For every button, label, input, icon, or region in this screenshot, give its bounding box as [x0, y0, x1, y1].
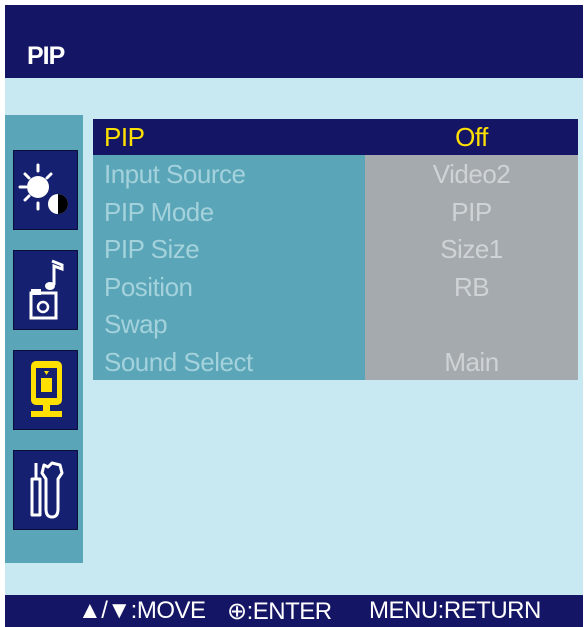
- menu-item-value: RB: [365, 267, 578, 305]
- menu-row[interactable]: Position RB: [93, 267, 578, 305]
- menu-item-value: Off: [365, 119, 578, 155]
- sidebar-item-sound[interactable]: [13, 250, 78, 330]
- footer-enter-hint: ⊕:ENTER: [227, 598, 332, 625]
- picture-brightness-contrast-icon: [18, 163, 68, 214]
- sidebar-item-picture[interactable]: [13, 150, 78, 230]
- menu-item-label: PIP Size: [93, 230, 365, 268]
- menu-item-value: Size1: [365, 230, 578, 268]
- menu-item-label: Sound Select: [93, 342, 365, 380]
- menu-item-value: [365, 305, 578, 343]
- setup-tools-icon: [30, 461, 64, 519]
- menu-row[interactable]: PIP Mode PIP: [93, 192, 578, 230]
- sound-music-note-icon: [29, 259, 64, 320]
- menu-item-label: PIP: [93, 119, 365, 155]
- menu-item-value: PIP: [365, 192, 578, 230]
- menu-item-label: Position: [93, 267, 365, 305]
- menu-item-value: Video2: [365, 155, 578, 193]
- header-bar: PIP: [5, 5, 583, 78]
- sidebar: [5, 115, 83, 563]
- footer-move-hint: ▲/▼:MOVE: [78, 597, 206, 624]
- menu-row[interactable]: Input Source Video2: [93, 155, 578, 193]
- footer-bar: ▲/▼:MOVE ⊕:ENTER MENU:RETURN: [5, 595, 583, 627]
- footer-return-hint: MENU:RETURN: [369, 597, 541, 624]
- menu-row[interactable]: Swap: [93, 305, 578, 343]
- page-title: PIP: [27, 42, 65, 70]
- menu-item-label: Swap: [93, 305, 365, 343]
- menu-row[interactable]: Sound Select Main: [93, 342, 578, 380]
- menu-item-label: PIP Mode: [93, 192, 365, 230]
- menu-row[interactable]: PIP Off: [93, 119, 578, 155]
- sidebar-item-setup[interactable]: [13, 450, 78, 530]
- sidebar-item-pip[interactable]: [13, 350, 78, 430]
- menu-row[interactable]: PIP Size Size1: [93, 230, 578, 268]
- menu-item-value: Main: [365, 342, 578, 380]
- menu-list: PIP Off Input Source Video2 PIP Mode PIP PIP S…: [93, 119, 578, 380]
- pip-monitor-icon: [31, 361, 62, 417]
- menu-item-label: Input Source: [93, 155, 365, 193]
- osd-menu-panel: PIP PIP Off Input Source Video2 PIP Mode…: [5, 5, 583, 627]
